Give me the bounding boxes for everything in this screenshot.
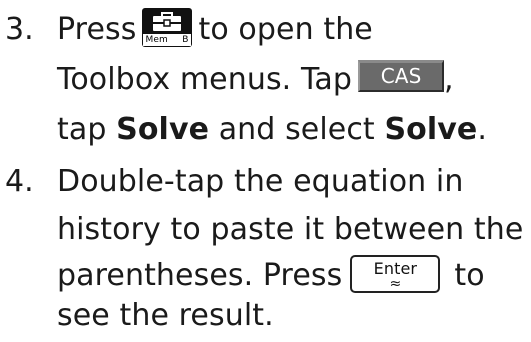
step-3-line-2-text: Toolbox menus. Tap CAS,	[57, 54, 454, 106]
step-3-line-1-text: Press Mem Bto open the	[57, 4, 373, 56]
solve-command-label: Solve	[384, 112, 478, 147]
step-4-to-word: to	[454, 258, 485, 293]
toolbox-menus-text: Toolbox menus. Tap	[57, 62, 353, 97]
toolbox-key: Mem B	[142, 8, 193, 47]
press-word: Press	[57, 12, 137, 47]
and-select-text: and select	[218, 112, 375, 147]
step-3-period: .	[477, 112, 487, 147]
toolbox-key-mem-label: Mem	[145, 35, 168, 45]
step-3-after-toolbox: to open the	[198, 12, 373, 47]
step-3-number: 3.	[5, 12, 34, 47]
step-4-line-4-text: see the result.	[57, 298, 274, 333]
cas-key: CAS	[358, 59, 445, 92]
toolbox-icon	[153, 12, 182, 31]
instruction-document: 3. Press Mem Bto open the Toolbox menus. …	[0, 0, 531, 333]
step-4-line-2-text: history to paste it between the	[57, 212, 524, 247]
parentheses-press-text: parentheses. Press	[57, 258, 343, 293]
toolbox-key-sublabel: Mem B	[143, 34, 192, 46]
step-4-line-1-text: Double-tap the equation in	[57, 164, 464, 199]
solve-menu-label: Solve	[116, 112, 210, 147]
toolbox-key-b-label: B	[182, 35, 189, 45]
approx-symbol: ≈	[389, 275, 402, 292]
enter-key: Enter ≈	[350, 254, 441, 293]
step-3-comma: ,	[444, 62, 454, 97]
tap-word: tap	[57, 112, 107, 147]
enter-key-label: Enter	[373, 258, 418, 278]
step-4-number: 4.	[5, 164, 34, 199]
step-3-line-3-text: tap Solve and select Solve.	[57, 104, 487, 156]
